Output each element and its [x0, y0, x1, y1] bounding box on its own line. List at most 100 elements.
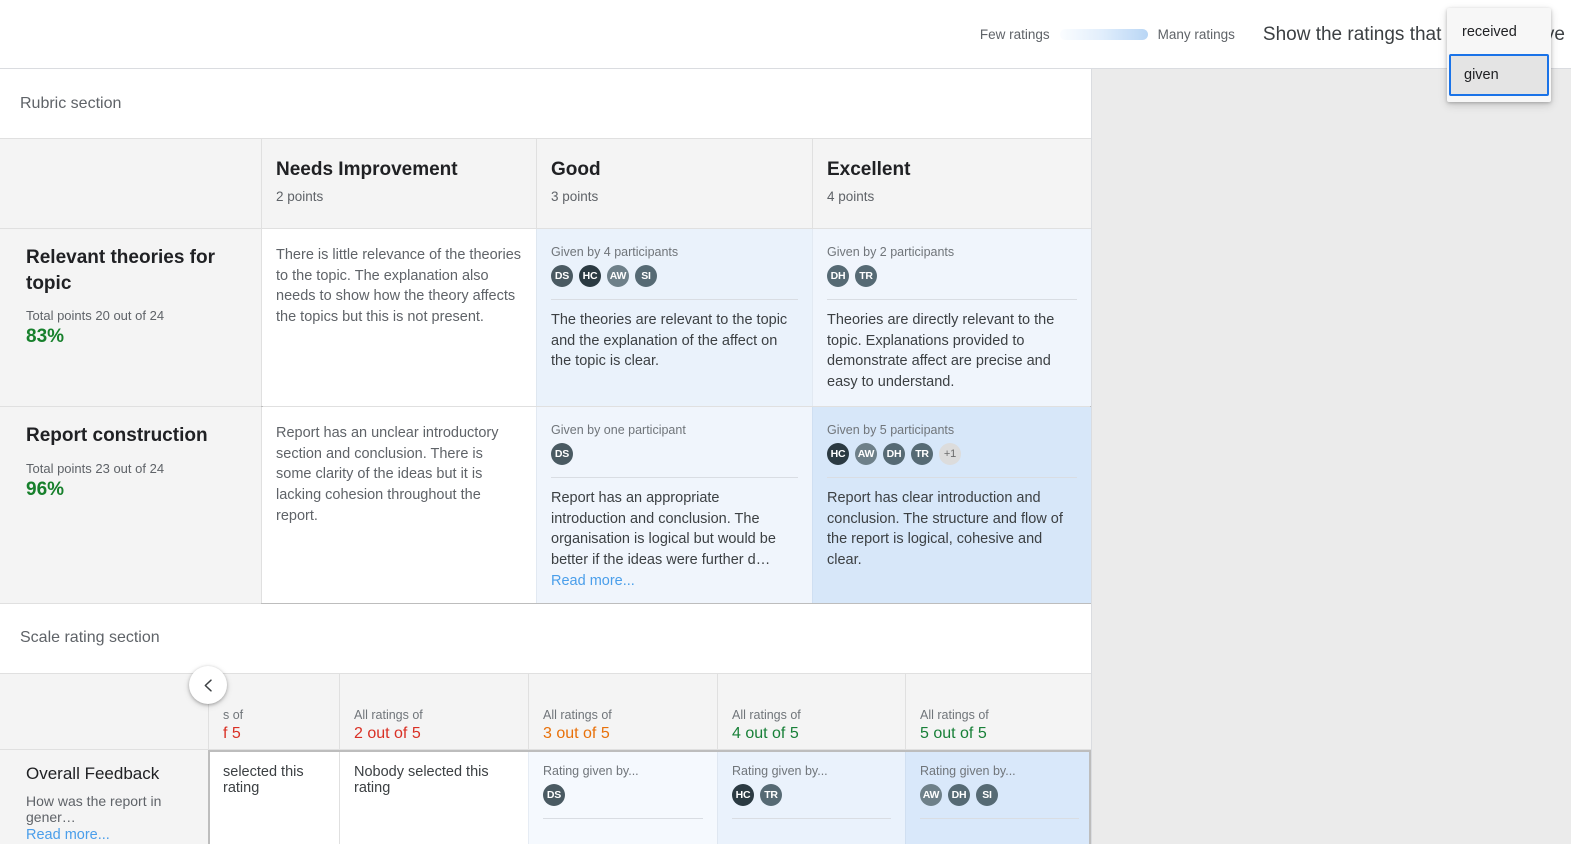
all-ratings-label: All ratings of: [354, 707, 423, 722]
all-ratings-label: All ratings of: [920, 707, 989, 722]
option-given[interactable]: given: [1449, 54, 1549, 96]
rubric-level-good: Good 3 points: [536, 139, 812, 228]
level-points: 4 points: [827, 189, 875, 204]
scale-cell-2[interactable]: Nobody selected this rating: [339, 749, 528, 844]
top-bar: Few ratings Many ratings Show the rating…: [0, 0, 1571, 69]
level-name: Excellent: [827, 159, 911, 180]
avatar[interactable]: TR: [855, 265, 877, 287]
avatar-overflow-count[interactable]: +1: [939, 443, 961, 466]
criterion-question: How was the report in gener…: [26, 792, 162, 825]
rating-value: 2 out of 5: [354, 724, 421, 742]
rating-given-by-label: Rating given by...: [920, 763, 1016, 778]
scale-cell-label: selected this rating: [223, 763, 304, 796]
scale-header-2: All ratings of 2 out of 5: [339, 673, 528, 749]
scale-cell-3[interactable]: Rating given by... DS: [528, 749, 717, 844]
table-row: Overall Feedback How was the report in g…: [0, 749, 1091, 844]
rating-given-by-label: Rating given by...: [732, 763, 828, 778]
scale-table: s of f 5 All ratings of 2 out of 5 All r…: [0, 672, 1091, 844]
rubric-cell-good[interactable]: Given by one participant DS Report has a…: [536, 407, 812, 603]
rubric-level-needs-improvement: Needs Improvement 2 points: [261, 139, 536, 228]
level-name: Needs Improvement: [276, 159, 458, 180]
legend-few-label: Few ratings: [979, 27, 1050, 42]
rating-value: 3 out of 5: [543, 724, 610, 742]
rubric-header-row: Needs Improvement 2 points Good 3 points…: [0, 138, 1091, 229]
scale-header-4: All ratings of 4 out of 5: [717, 673, 905, 749]
avatar[interactable]: DS: [543, 783, 565, 806]
table-row: Report construction Total points 23 out …: [0, 407, 1091, 604]
rubric-cell-text: Report has an appropriate introduction a…: [551, 490, 776, 569]
rubric-cell-needs-improvement[interactable]: Report has an unclear introductory secti…: [261, 407, 536, 603]
rubric-cell-text: There is little relevance of the theorie…: [276, 247, 522, 325]
avatar[interactable]: DS: [551, 443, 573, 466]
rating-value: f 5: [223, 724, 241, 742]
read-more-link[interactable]: Read more...: [551, 573, 798, 589]
scale-cell-1[interactable]: selected this rating: [208, 749, 339, 844]
avatar[interactable]: TR: [760, 783, 782, 806]
all-ratings-label: All ratings of: [543, 707, 612, 722]
avatar[interactable]: DH: [948, 783, 970, 806]
avatar[interactable]: HC: [732, 783, 754, 806]
divider: [920, 817, 1079, 819]
given-by-label: Given by 4 participants: [551, 245, 679, 259]
scale-header-1: s of f 5: [208, 673, 339, 749]
given-by-label: Given by one participant: [551, 423, 686, 438]
criterion-name: Relevant theories for topic: [26, 247, 215, 294]
divider: [827, 299, 1077, 300]
avatar[interactable]: DH: [827, 265, 849, 287]
avatar[interactable]: AW: [920, 783, 942, 806]
divider: [543, 817, 703, 819]
rubric-cell-needs-improvement[interactable]: There is little relevance of the theorie…: [261, 229, 536, 407]
avatar[interactable]: HC: [579, 265, 601, 287]
avatar-group: AW DH SI: [920, 783, 1079, 818]
rating-value: 4 out of 5: [732, 724, 799, 742]
option-received[interactable]: received: [1447, 13, 1551, 51]
avatar[interactable]: HC: [827, 443, 849, 466]
level-points: 2 points: [276, 189, 324, 204]
divider: [732, 817, 891, 819]
avatar-group: HC AW DH TR +1: [827, 443, 1077, 477]
scale-criterion-cell: Overall Feedback How was the report in g…: [0, 749, 208, 844]
table-row: Relevant theories for topic Total points…: [0, 229, 1091, 408]
rubric-cell-excellent[interactable]: Given by 5 participants HC AW DH TR +1 R…: [812, 407, 1091, 603]
read-more-link[interactable]: Read more...: [26, 827, 190, 843]
ratings-density-legend: Few ratings Many ratings: [980, 27, 1235, 42]
criterion-cell: Relevant theories for topic Total points…: [0, 229, 261, 407]
avatar[interactable]: DH: [883, 443, 905, 466]
rubric-corner-cell: [0, 139, 261, 228]
scale-section-title: Scale rating section: [0, 603, 1091, 673]
rubric-cell-text: The theories are relevant to the topic a…: [551, 312, 788, 370]
divider: [827, 477, 1077, 479]
rubric-cell-good[interactable]: Given by 4 participants DS HC AW SI The …: [536, 229, 812, 407]
avatar[interactable]: AW: [855, 443, 877, 466]
avatar[interactable]: DS: [551, 265, 573, 287]
divider: [551, 477, 798, 479]
avatar[interactable]: TR: [911, 443, 933, 466]
criterion-name: Overall Feedback: [26, 763, 160, 783]
avatar-group: DS: [551, 443, 798, 477]
rubric-level-excellent: Excellent 4 points: [812, 139, 1091, 228]
avatar[interactable]: SI: [976, 783, 998, 806]
scroll-left-button[interactable]: [189, 666, 227, 704]
main-content: Rubric section Needs Improvement 2 point…: [0, 69, 1092, 844]
avatar-group: DH TR: [827, 265, 1077, 299]
divider: [551, 299, 798, 300]
given-by-label: Given by 5 participants: [827, 423, 955, 438]
rubric-cell-text: Report has clear introduction and conclu…: [827, 490, 1063, 569]
legend-gradient-bar: [1059, 29, 1148, 40]
ratings-filter-options: received given: [1447, 8, 1551, 102]
level-points: 3 points: [551, 189, 599, 204]
given-by-label: Given by 2 participants: [827, 245, 955, 259]
avatar-group: DS: [543, 783, 703, 818]
rating-value: 5 out of 5: [920, 724, 987, 742]
rubric-cell-text: Theories are directly relevant to the to…: [827, 312, 1055, 390]
level-name: Good: [551, 159, 601, 180]
avatar[interactable]: SI: [635, 265, 657, 287]
rubric-section-title: Rubric section: [0, 69, 1091, 138]
rubric-cell-excellent[interactable]: Given by 2 participants DH TR Theories a…: [812, 229, 1091, 407]
scale-cell-5[interactable]: Rating given by... AW DH SI: [905, 749, 1091, 844]
scale-cell-4[interactable]: Rating given by... HC TR: [717, 749, 905, 844]
rating-given-by-label: Rating given by...: [543, 763, 639, 778]
all-ratings-label: All ratings of: [732, 707, 801, 722]
avatar[interactable]: AW: [607, 265, 629, 287]
legend-many-label: Many ratings: [1157, 27, 1235, 42]
